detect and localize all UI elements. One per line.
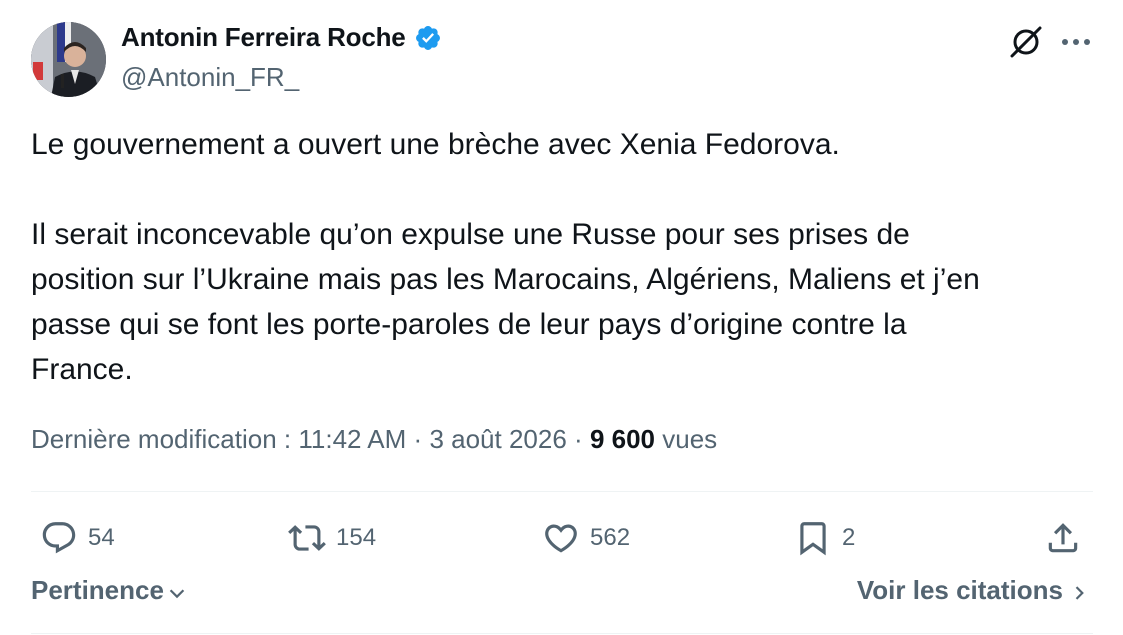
tweet-time[interactable]: 11:42 AM <box>298 424 406 454</box>
reply-button[interactable]: 54 <box>40 512 115 564</box>
tweet-text: Le gouvernement a ouvert une brèche avec… <box>31 122 1096 392</box>
views-count: 9 600 <box>589 424 656 454</box>
meta-separator: · <box>413 424 423 454</box>
grok-icon[interactable] <box>1006 22 1046 62</box>
repost-count: 154 <box>336 524 377 551</box>
avatar[interactable] <box>31 22 106 97</box>
like-button[interactable]: 562 <box>542 512 630 564</box>
view-quotes-link[interactable]: Voir les citations <box>857 575 1089 606</box>
reply-count: 54 <box>88 524 115 551</box>
tweet-line: passe qui se font les porte-paroles de l… <box>31 308 907 341</box>
sort-label: Pertinence <box>31 575 164 605</box>
tweet-line: position sur l’Ukraine mais pas les Maro… <box>31 263 980 296</box>
like-count: 562 <box>590 524 631 551</box>
reply-icon <box>42 522 76 554</box>
divider <box>31 491 1093 492</box>
bookmark-icon <box>800 522 826 556</box>
heart-icon <box>545 524 577 553</box>
views-label: vues <box>662 424 718 454</box>
repost-button[interactable]: 154 <box>288 512 376 564</box>
chevron-down-icon <box>169 588 185 598</box>
meta-separator: · <box>574 424 583 454</box>
repost-icon <box>288 525 326 551</box>
tweet-date[interactable]: 3 août 2026 <box>429 424 566 454</box>
tweet-paragraph-1: Le gouvernement a ouvert une brèche avec… <box>31 128 840 161</box>
bookmark-count: 2 <box>842 524 856 551</box>
more-icon[interactable] <box>1056 22 1096 62</box>
action-bar: 54 154 562 2 <box>0 512 1123 564</box>
tweet-header: Antonin Ferreira Roche @Antonin_FR_ <box>0 0 1123 110</box>
chevron-right-icon <box>1075 585 1084 600</box>
tweet-line: France. <box>31 353 133 386</box>
sort-dropdown[interactable]: Pertinence <box>31 575 188 606</box>
quotes-label: Voir les citations <box>856 575 1063 605</box>
author-name-row: Antonin Ferreira Roche <box>121 22 442 53</box>
author-handle[interactable]: @Antonin_FR_ <box>121 62 299 93</box>
author-display-name[interactable]: Antonin Ferreira Roche <box>121 22 406 53</box>
verified-badge-icon <box>414 24 442 52</box>
edited-label[interactable]: Dernière modification : <box>31 424 291 454</box>
replies-footer: Pertinence Voir les citations <box>0 575 1123 620</box>
share-button[interactable] <box>1044 512 1082 564</box>
divider <box>31 633 1093 634</box>
tweet-meta: Dernière modification : 11:42 AM · 3 aoû… <box>31 424 717 455</box>
bookmark-button[interactable]: 2 <box>794 512 855 564</box>
tweet-line: Il serait inconcevable qu’on expulse une… <box>31 218 910 251</box>
share-icon <box>1048 523 1078 553</box>
